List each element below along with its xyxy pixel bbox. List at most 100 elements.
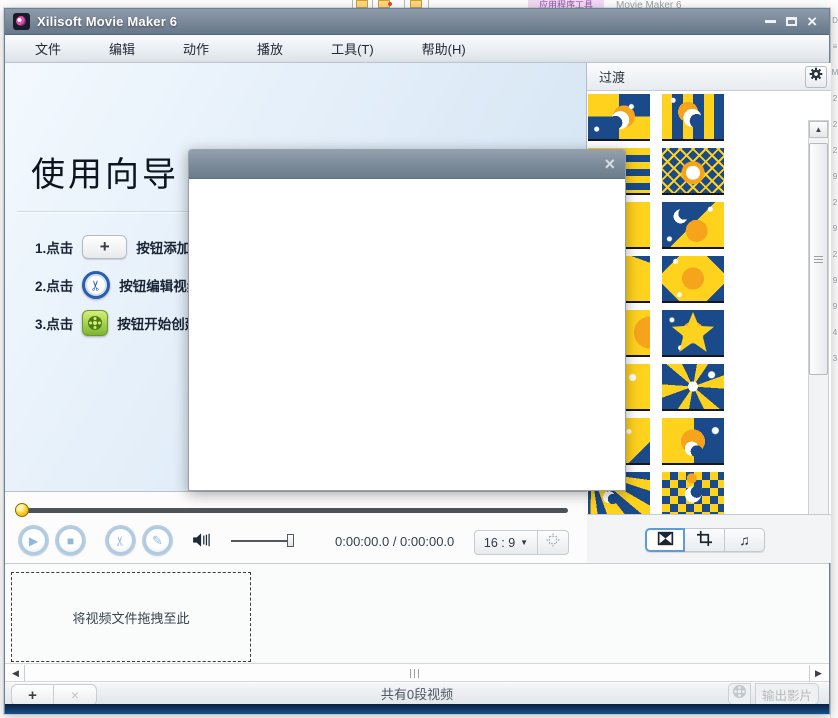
- app-logo-icon: [13, 13, 30, 30]
- add-clip-button[interactable]: +: [12, 685, 54, 705]
- seek-knob[interactable]: [15, 503, 29, 517]
- backdrop-right-strip: D≡M22292929943: [830, 8, 838, 718]
- menu-action[interactable]: 动作: [177, 36, 215, 61]
- fullscreen-icon: [546, 533, 560, 552]
- background-separator: [352, 0, 353, 8]
- scrollbar-grip: [814, 256, 823, 263]
- scroll-right-button[interactable]: ▶: [809, 665, 827, 681]
- background-folder-icon: [356, 0, 368, 8]
- cut-button[interactable]: ✂: [106, 526, 135, 555]
- background-text-fragment: 9: [831, 294, 838, 320]
- background-text-fragment: 3: [831, 346, 838, 372]
- background-separator: [372, 0, 373, 8]
- background-text-fragment: 2: [831, 138, 838, 164]
- dialog-titlebar[interactable]: ×: [189, 150, 625, 179]
- transition-thumb-checkerboard-moon[interactable]: [662, 472, 724, 514]
- transition-icon: [657, 531, 674, 549]
- guide-step-3: 3.点击 按钮开始创建: [35, 307, 198, 339]
- edit-button[interactable]: ✎: [143, 526, 172, 555]
- background-text-fragment: 4: [831, 320, 838, 346]
- volume-slider[interactable]: [231, 540, 293, 542]
- background-text-fragment: 9: [831, 164, 838, 190]
- background-window-top-strip: 应用程序工具 Movie Maker 6: [0, 0, 838, 8]
- transitions-header: 过渡: [587, 63, 831, 91]
- aspect-ratio-dropdown[interactable]: 16 : 9 ▼: [475, 531, 537, 554]
- background-ribbon-tab: 应用程序工具: [528, 0, 604, 8]
- dialog-body: [189, 179, 625, 490]
- transitions-scrollbar[interactable]: ▲ ▼: [808, 120, 829, 514]
- minimize-button[interactable]: [765, 14, 776, 30]
- transition-thumb-diamond-sun[interactable]: [662, 256, 724, 303]
- transition-thumb-pinwheel-spiral[interactable]: [662, 364, 724, 411]
- maximize-button[interactable]: [786, 14, 797, 30]
- scroll-left-button[interactable]: ◀: [7, 665, 25, 681]
- player-bar: ▶ ■ ✂ ✎ 0:00:00.0 / 0:00:00.0 16 : 9 ▼: [5, 491, 587, 563]
- volume-knob[interactable]: [287, 534, 294, 547]
- film-reel-icon: [732, 684, 747, 704]
- screen: 应用程序工具 Movie Maker 6 D≡M22292929943 Xili…: [0, 0, 838, 718]
- transition-thumb-diagonal-moon-sun[interactable]: [662, 202, 724, 249]
- step-prefix: 3.点击: [35, 313, 73, 333]
- scissors-icon: ✂: [113, 535, 129, 546]
- film-reel-icon: [82, 310, 108, 336]
- transition-thumb-vertical-strips-moon[interactable]: [662, 94, 724, 141]
- background-text-fragment: 2: [831, 190, 838, 216]
- speaker-icon[interactable]: [191, 532, 213, 553]
- output-reel-button[interactable]: [728, 683, 751, 705]
- tab-music[interactable]: ♫: [725, 528, 765, 552]
- remove-clip-button[interactable]: ×: [54, 685, 96, 705]
- video-count-text: 共有0段视频: [381, 684, 453, 703]
- background-text-fragment: M: [831, 60, 838, 86]
- step-prefix: 1.点击: [35, 237, 73, 257]
- seek-bar[interactable]: [15, 508, 568, 513]
- fullscreen-button[interactable]: [537, 531, 568, 554]
- background-separator: [404, 0, 405, 8]
- background-folder-icon: [410, 0, 422, 8]
- transitions-settings-button[interactable]: [805, 66, 827, 88]
- menu-play[interactable]: 播放: [251, 36, 289, 61]
- background-window-title: Movie Maker 6: [616, 0, 736, 8]
- transition-thumb-sun-moon-split[interactable]: [662, 418, 724, 465]
- titlebar: Xilisoft Movie Maker 6 ×: [5, 9, 829, 35]
- timeline-area: 将视频文件拖拽至此: [5, 563, 829, 663]
- menu-edit[interactable]: 编辑: [103, 36, 141, 61]
- menu-help[interactable]: 帮助(H): [416, 36, 472, 61]
- scroll-up-button[interactable]: ▲: [809, 121, 828, 138]
- dialog-close-button[interactable]: ×: [604, 155, 615, 173]
- background-text-fragment: ≡: [831, 34, 838, 60]
- scissors-icon: ✂: [82, 271, 110, 299]
- stop-icon: ■: [67, 534, 74, 548]
- output-movie-button[interactable]: 输出影片: [755, 683, 819, 705]
- floating-dialog: ×: [188, 149, 626, 491]
- menubar: 文件 编辑 动作 播放 工具(T) 帮助(H): [5, 35, 829, 63]
- menu-file[interactable]: 文件: [29, 36, 67, 61]
- transition-thumb-star-sun[interactable]: [662, 310, 724, 357]
- tab-transitions[interactable]: [645, 528, 685, 552]
- aspect-ratio-value: 16 : 9: [484, 536, 515, 550]
- step-prefix: 2.点击: [35, 275, 73, 295]
- timeline-scrollbar-grip[interactable]: [410, 669, 422, 678]
- play-button[interactable]: ▶: [19, 526, 48, 555]
- panel-mode-area: ♫: [587, 514, 831, 563]
- transitions-header-label: 过渡: [599, 67, 625, 86]
- video-drop-zone[interactable]: 将视频文件拖拽至此: [11, 572, 251, 662]
- guide-step-2: 2.点击 ✂ 按钮编辑视频: [35, 269, 200, 301]
- play-icon: ▶: [29, 534, 38, 548]
- window-bottom-edge: [5, 704, 829, 714]
- tab-crop[interactable]: [685, 528, 725, 552]
- background-separator: [428, 0, 429, 8]
- stop-button[interactable]: ■: [56, 526, 85, 555]
- aspect-ratio-group: 16 : 9 ▼: [474, 530, 569, 555]
- app-window: Xilisoft Movie Maker 6 × 文件 编辑 动作 播放 工具(…: [4, 8, 830, 714]
- pencil-icon: ✎: [152, 533, 163, 549]
- close-button[interactable]: ×: [807, 14, 817, 30]
- transition-thumb-mosaic-web[interactable]: [662, 148, 724, 195]
- guide-title: 使用向导: [31, 147, 179, 196]
- background-text-fragment: 2: [831, 86, 838, 112]
- background-text-fragment: D: [831, 8, 838, 34]
- transition-thumb-quadrant-sun-moon[interactable]: [588, 94, 650, 141]
- menu-tools[interactable]: 工具(T): [325, 36, 380, 61]
- timeline-scrollbar[interactable]: ◀ ▶: [5, 663, 829, 682]
- step-suffix: 按钮开始创建: [117, 313, 198, 333]
- scrollbar-thumb[interactable]: [809, 143, 828, 375]
